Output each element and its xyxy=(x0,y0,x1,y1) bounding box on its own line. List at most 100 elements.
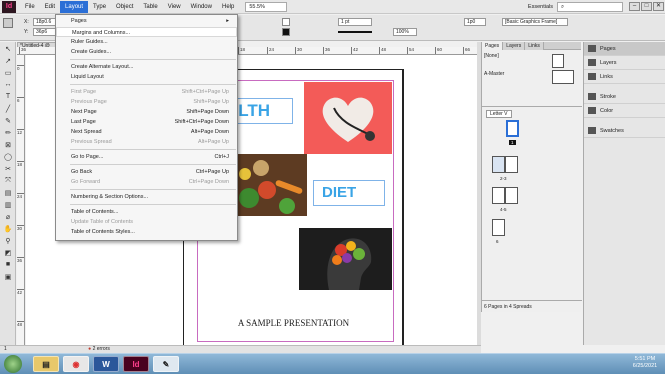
menu-item-toc-styles[interactable]: Table of Contents Styles... xyxy=(56,227,237,237)
eyedropper-tool-icon[interactable]: ⌀ xyxy=(2,211,14,222)
diet-text: DIET xyxy=(313,180,385,206)
menu-file[interactable]: File xyxy=(20,1,40,13)
panel-swatches[interactable]: Swatches xyxy=(584,124,665,138)
page-tool-icon[interactable]: ▭ xyxy=(2,67,14,78)
rectangle-frame-tool-icon[interactable]: ⊠ xyxy=(2,139,14,150)
stroke-type-select[interactable] xyxy=(338,31,372,33)
menu-layout[interactable]: Layout xyxy=(60,0,89,13)
pencil-tool-icon[interactable]: ✏ xyxy=(2,127,14,138)
master-a-thumb[interactable] xyxy=(552,70,574,84)
panel-layers[interactable]: Layers xyxy=(584,56,665,70)
vegetables-image[interactable] xyxy=(237,154,307,216)
hand-tool-icon[interactable]: ✋ xyxy=(2,223,14,234)
panel-pages[interactable]: Pages xyxy=(584,42,665,56)
preflight-status[interactable]: 2 errors xyxy=(93,346,110,352)
word-app-icon[interactable]: W xyxy=(93,356,119,372)
menu-item-first-page[interactable]: First Page Shift+Ctrl+Page Up xyxy=(56,87,237,97)
menu-item-margins-columns[interactable]: Margins and Columns... xyxy=(56,27,237,37)
page-thumb-4[interactable] xyxy=(492,187,505,204)
selection-tool-icon[interactable]: ↖ xyxy=(2,43,14,54)
page-thumb-3[interactable] xyxy=(505,156,518,173)
menu-item-ruler-guides[interactable]: Ruler Guides... xyxy=(56,37,237,47)
menu-item-alternate-layout[interactable]: Create Alternate Layout... xyxy=(56,62,237,72)
menu-item-table-of-contents[interactable]: Table of Contents... xyxy=(56,207,237,217)
paint-icon[interactable]: ✎ xyxy=(153,356,179,372)
menu-item-next-page[interactable]: Next Page Shift+Page Down xyxy=(56,107,237,117)
page-thumb-5[interactable] xyxy=(505,187,518,204)
caption-text[interactable]: A SAMPLE PRESENTATION xyxy=(183,318,404,328)
indesign-app-icon[interactable]: Id xyxy=(123,356,149,372)
diet-image[interactable]: DIET xyxy=(307,154,392,224)
zoom-select[interactable]: 55.5% xyxy=(245,1,288,12)
page-thumb-2[interactable] xyxy=(492,156,505,173)
menu-item-next-spread[interactable]: Next Spread Alt+Page Down xyxy=(56,127,237,137)
search-input[interactable]: ⌕ xyxy=(557,1,623,12)
menu-item-create-guides[interactable]: Create Guides... xyxy=(56,47,237,57)
stroke-weight-select[interactable]: 1 pt xyxy=(338,18,372,26)
panel-color[interactable]: Color xyxy=(584,104,665,118)
y-field[interactable]: 36p6 xyxy=(33,28,57,36)
menu-table[interactable]: Table xyxy=(138,1,162,13)
page-thumb-6[interactable] xyxy=(492,219,505,236)
screen-mode-icon[interactable]: ▣ xyxy=(2,271,14,282)
workspace-switcher[interactable]: Essentials xyxy=(528,4,553,10)
gap-tool-icon[interactable]: ↔ xyxy=(2,79,14,90)
fill-swatch-icon[interactable] xyxy=(282,18,290,26)
note-tool-icon[interactable]: ▥ xyxy=(2,199,14,210)
menu-item-previous-spread[interactable]: Previous Spread Alt+Page Up xyxy=(56,137,237,147)
menu-item-label: Next Spread xyxy=(71,129,102,135)
menu-item-previous-page[interactable]: Previous Page Shift+Page Up xyxy=(56,97,237,107)
master-none-thumb[interactable] xyxy=(552,54,564,68)
tab-layers[interactable]: Layers xyxy=(503,42,526,50)
type-tool-icon[interactable]: T xyxy=(2,91,14,102)
pages-panel-footer: 6 Pages in 4 Spreads xyxy=(482,300,582,312)
start-button[interactable] xyxy=(4,355,22,373)
tab-pages[interactable]: Pages xyxy=(482,42,504,50)
menu-help[interactable]: Help xyxy=(217,1,239,13)
page-thumb-1[interactable] xyxy=(506,120,519,137)
menu-item-pages[interactable]: Pages ▸ xyxy=(56,16,237,26)
master-none[interactable]: [None] xyxy=(482,50,581,68)
file-explorer-icon[interactable]: ▤ xyxy=(33,356,59,372)
page-number-field[interactable]: 1 xyxy=(4,346,7,352)
menu-item-go-to-page[interactable]: Go to Page... Ctrl+J xyxy=(56,152,237,162)
ellipse-tool-icon[interactable]: ◯ xyxy=(2,151,14,162)
spacing-field[interactable]: 1p0 xyxy=(464,18,486,26)
menu-item-update-toc[interactable]: Update Table of Contents xyxy=(56,217,237,227)
menu-view[interactable]: View xyxy=(163,1,186,13)
fruit-brain-image[interactable] xyxy=(299,228,392,290)
menu-type[interactable]: Type xyxy=(88,1,111,13)
heart-stethoscope-image[interactable] xyxy=(304,82,392,154)
menu-item-go-back[interactable]: Go Back Ctrl+Page Up xyxy=(56,167,237,177)
direct-selection-tool-icon[interactable]: ↗ xyxy=(2,55,14,66)
opacity-field[interactable]: 100% xyxy=(393,28,417,36)
gradient-tool-icon[interactable]: ▤ xyxy=(2,187,14,198)
reference-point-icon[interactable] xyxy=(3,18,13,28)
chrome-icon[interactable]: ◉ xyxy=(63,356,89,372)
zoom-tool-icon[interactable]: ⚲ xyxy=(2,235,14,246)
menu-window[interactable]: Window xyxy=(186,1,217,13)
minimize-button[interactable]: – xyxy=(629,2,640,11)
menu-item-last-page[interactable]: Last Page Shift+Ctrl+Page Down xyxy=(56,117,237,127)
menu-item-liquid-layout[interactable]: Liquid Layout xyxy=(56,72,237,82)
tab-links[interactable]: Links xyxy=(525,42,544,50)
pen-tool-icon[interactable]: ✎ xyxy=(2,115,14,126)
maximize-button[interactable]: □ xyxy=(641,2,652,11)
line-tool-icon[interactable]: ╱ xyxy=(2,103,14,114)
scissors-tool-icon[interactable]: ✂ xyxy=(2,163,14,174)
close-button[interactable]: ✕ xyxy=(653,2,664,11)
object-style-select[interactable]: [Basic Graphics Frame] xyxy=(502,18,568,26)
menu-item-go-forward[interactable]: Go Forward Ctrl+Page Down xyxy=(56,177,237,187)
apply-color-icon[interactable]: ■ xyxy=(2,259,14,270)
panel-stroke[interactable]: Stroke xyxy=(584,90,665,104)
panel-links[interactable]: Links xyxy=(584,70,665,84)
page-size-select[interactable]: Letter V xyxy=(486,110,512,118)
menu-edit[interactable]: Edit xyxy=(40,1,60,13)
fill-stroke-icon[interactable]: ◩ xyxy=(2,247,14,258)
free-transform-tool-icon[interactable]: ⤧ xyxy=(2,175,14,186)
x-field[interactable]: 18p0.6 xyxy=(33,18,57,26)
taskbar-clock[interactable]: 5:51 PM 6/25/2021 xyxy=(627,356,663,370)
menu-item-numbering-section[interactable]: Numbering & Section Options... xyxy=(56,192,237,202)
stroke-swatch-icon[interactable] xyxy=(282,28,290,36)
menu-object[interactable]: Object xyxy=(111,1,138,13)
